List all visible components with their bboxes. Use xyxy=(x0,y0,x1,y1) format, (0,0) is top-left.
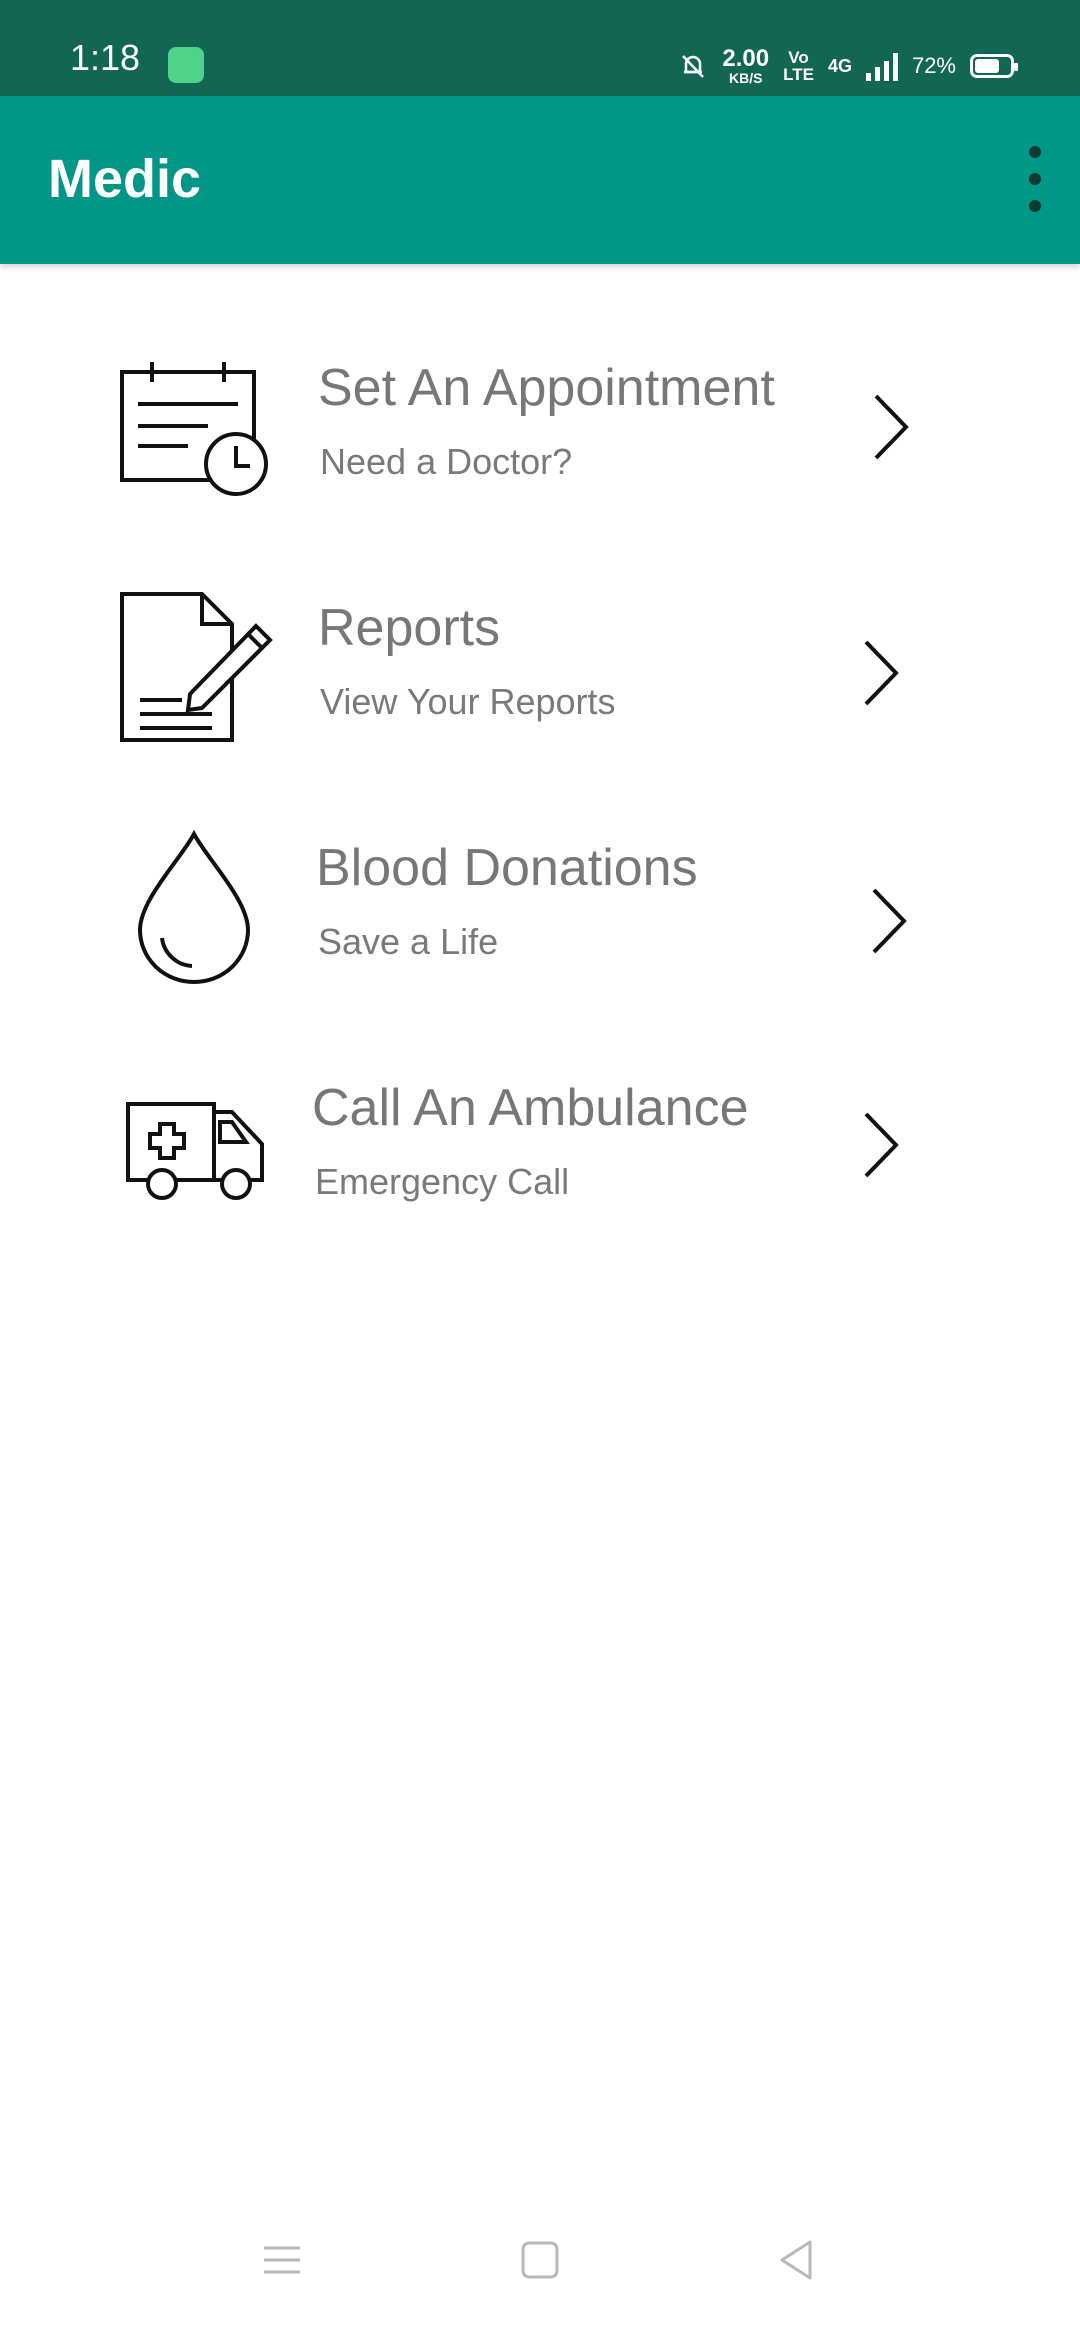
battery-icon xyxy=(970,54,1018,78)
menu-item-blood-donations[interactable]: Blood Donations Save a Life xyxy=(0,800,1080,1030)
network-speed: 2.00 KB/S xyxy=(722,45,770,86)
network-speed-unit: KB/S xyxy=(728,70,763,86)
chevron-right-icon xyxy=(874,394,909,460)
ambulance-icon xyxy=(126,1102,264,1200)
chevron-right-icon xyxy=(864,1112,899,1178)
menu-item-subtitle: Need a Doctor? xyxy=(320,441,573,482)
volte-top: Vo xyxy=(788,48,809,67)
menu-item-appointment[interactable]: Set An Appointment Need a Doctor? xyxy=(0,320,1080,550)
report-document-pen-icon xyxy=(120,592,273,742)
back-icon[interactable] xyxy=(766,2230,826,2290)
app-bar: Medic xyxy=(0,96,1080,264)
volte-indicator: Vo LTE xyxy=(783,49,814,83)
appointment-calendar-clock-icon xyxy=(120,362,268,496)
menu-item-title: Reports xyxy=(318,599,501,657)
notification-app-icon xyxy=(168,47,204,83)
volte-bottom: LTE xyxy=(783,65,814,84)
status-bar: 1:18 2.00 KB/S Vo LTE 4G 72% xyxy=(0,0,1080,96)
chevron-right-icon xyxy=(872,888,907,954)
overflow-menu-icon[interactable] xyxy=(1020,146,1050,212)
menu-item-title: Set An Appointment xyxy=(318,359,775,417)
mute-bell-icon xyxy=(682,55,705,78)
home-icon[interactable] xyxy=(510,2230,570,2290)
status-time: 1:18 xyxy=(70,37,141,78)
app-title: Medic xyxy=(48,149,202,209)
battery-percent: 72% xyxy=(911,53,956,78)
menu-item-title: Blood Donations xyxy=(316,839,698,897)
network-speed-value: 2.00 xyxy=(722,45,770,72)
menu-item-reports[interactable]: Reports View Your Reports xyxy=(0,560,1080,790)
menu-item-subtitle: View Your Reports xyxy=(320,681,616,722)
signal-strength-icon xyxy=(865,51,898,81)
menu-item-subtitle: Emergency Call xyxy=(315,1161,570,1202)
blood-drop-icon xyxy=(137,830,251,984)
recents-icon[interactable] xyxy=(252,2230,312,2290)
chevron-right-icon xyxy=(864,640,899,706)
menu-item-ambulance[interactable]: Call An Ambulance Emergency Call xyxy=(0,1040,1080,1270)
menu-item-subtitle: Save a Life xyxy=(318,921,499,962)
system-nav-bar xyxy=(0,2190,1080,2340)
network-type: 4G xyxy=(827,55,852,76)
status-indicators: 2.00 KB/S Vo LTE 4G 72% xyxy=(678,44,1018,88)
menu-item-title: Call An Ambulance xyxy=(312,1079,749,1137)
